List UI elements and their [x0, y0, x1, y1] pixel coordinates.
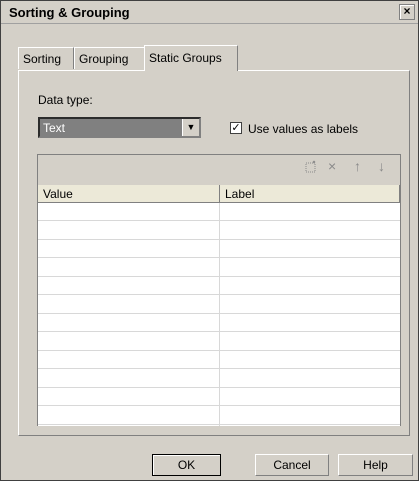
static-groups-grid: × ↑ ↓ Value Label: [37, 154, 401, 426]
tab-sorting[interactable]: Sorting: [18, 47, 74, 69]
table-row[interactable]: [38, 351, 400, 369]
column-header-value[interactable]: Value: [38, 185, 220, 203]
data-type-label: Data type:: [38, 93, 93, 107]
table-row[interactable]: [38, 314, 400, 332]
data-type-select[interactable]: Text ▼: [38, 117, 201, 138]
move-down-icon[interactable]: ↓: [378, 159, 385, 173]
sorting-grouping-dialog: Sorting & Grouping × Sorting Grouping St…: [0, 0, 419, 481]
chevron-down-icon[interactable]: ▼: [182, 119, 199, 136]
table-row[interactable]: [38, 240, 400, 258]
tab-grouping[interactable]: Grouping: [74, 47, 146, 69]
close-button[interactable]: ×: [399, 4, 415, 20]
table-row[interactable]: [38, 370, 400, 388]
table-row[interactable]: [38, 407, 400, 425]
delete-icon[interactable]: ×: [328, 159, 336, 173]
move-up-icon[interactable]: ↑: [354, 159, 361, 173]
table-row[interactable]: [38, 259, 400, 277]
data-type-value: Text: [43, 121, 66, 135]
new-row-icon[interactable]: [304, 160, 318, 176]
tab-static-groups[interactable]: Static Groups: [144, 45, 238, 71]
column-header-label[interactable]: Label: [220, 185, 400, 203]
title-bar: Sorting & Grouping ×: [1, 1, 418, 24]
use-values-as-labels-checkbox[interactable]: ✓: [230, 122, 242, 134]
table-row[interactable]: [38, 203, 400, 221]
ok-button[interactable]: OK: [152, 454, 221, 476]
table-row[interactable]: [38, 277, 400, 295]
dialog-title: Sorting & Grouping: [9, 5, 130, 20]
use-values-as-labels-label: Use values as labels: [248, 122, 359, 136]
values-table: Value Label: [38, 185, 400, 426]
table-row[interactable]: [38, 333, 400, 351]
help-button[interactable]: Help: [338, 454, 413, 476]
table-row[interactable]: [38, 388, 400, 406]
cancel-button[interactable]: Cancel: [255, 454, 329, 476]
table-row[interactable]: [38, 222, 400, 240]
table-row[interactable]: [38, 296, 400, 314]
